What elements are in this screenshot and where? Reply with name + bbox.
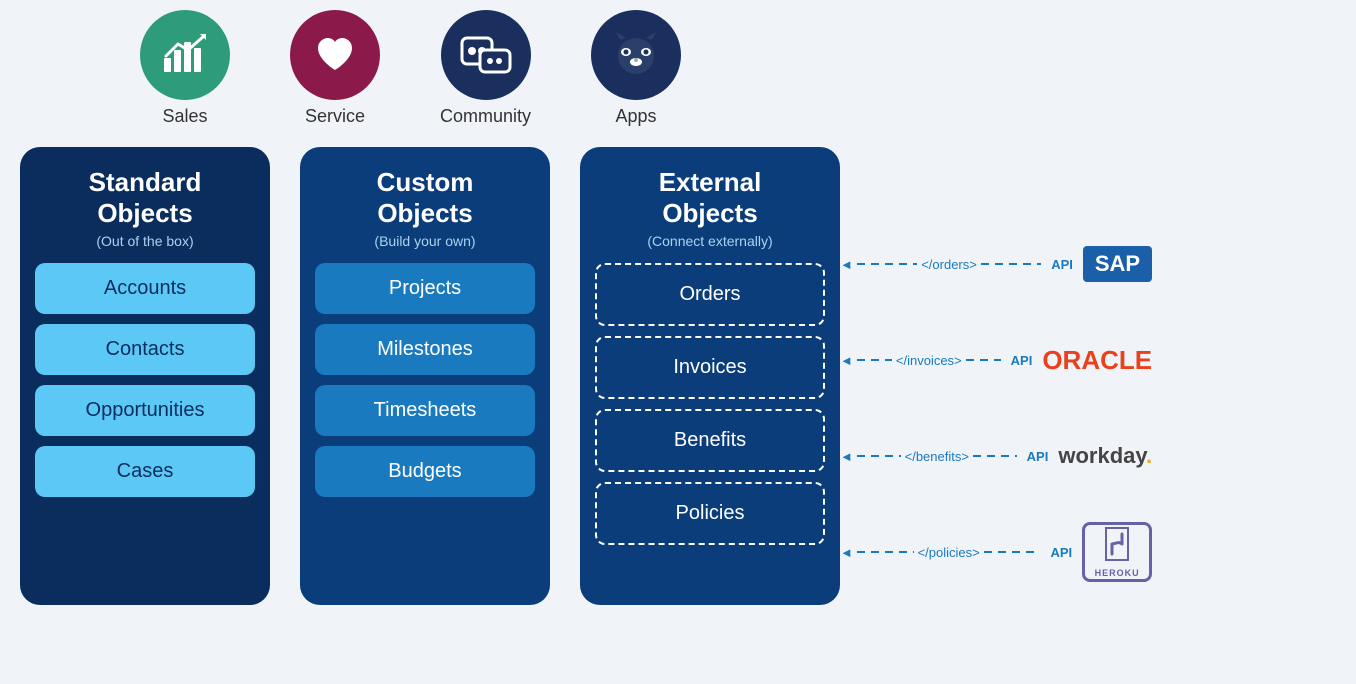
external-item-invoices: Invoices — [601, 342, 819, 393]
custom-subtitle: (Build your own) — [315, 233, 535, 249]
icon-sales: Sales — [140, 10, 230, 127]
custom-item-timesheets: Timesheets — [315, 385, 535, 436]
policies-api: API — [1050, 545, 1072, 560]
policies-tag: </policies> — [918, 545, 980, 560]
connection-orders: ◄ </orders> API SAP — [840, 221, 1152, 307]
standard-subtitle: (Out of the box) — [35, 233, 255, 249]
custom-objects-panel: CustomObjects (Build your own) Projects … — [300, 147, 550, 605]
standard-item-contacts: Contacts — [35, 324, 255, 375]
custom-title: CustomObjects — [315, 167, 535, 229]
invoices-tag: </invoices> — [896, 353, 962, 368]
sales-icon-circle — [140, 10, 230, 100]
benefits-api: API — [1027, 449, 1049, 464]
invoices-arrow-left: ◄ — [840, 353, 853, 368]
service-label: Service — [305, 106, 365, 127]
invoices-dashed-right — [966, 359, 1001, 361]
standard-item-cases: Cases — [35, 446, 255, 497]
orders-dashed-right — [981, 263, 1041, 265]
standard-objects-panel: StandardObjects (Out of the box) Account… — [20, 147, 270, 605]
columns-layout: StandardObjects (Out of the box) Account… — [20, 147, 1336, 605]
connection-benefits: ◄ </benefits> API workday. — [840, 413, 1152, 499]
heroku-label-text: HEROKU — [1095, 568, 1140, 578]
standard-item-accounts: Accounts — [35, 263, 255, 314]
external-wrapper-invoices: Invoices — [595, 336, 825, 399]
connections-section: ◄ </orders> API SAP ◄ </invoices> API OR… — [840, 147, 1152, 605]
external-subtitle: (Connect externally) — [595, 233, 825, 249]
external-title: ExternalObjects — [595, 167, 825, 229]
oracle-logo: ORACLE — [1042, 345, 1152, 376]
community-icon-circle — [441, 10, 531, 100]
policies-dashed-right — [984, 551, 1041, 553]
apps-label: Apps — [616, 106, 657, 127]
connection-policies: ◄ </policies> API HEROKU — [840, 509, 1152, 595]
external-item-benefits: Benefits — [601, 415, 819, 466]
policies-dashed-left — [857, 551, 914, 553]
external-item-orders: Orders — [601, 269, 819, 320]
sap-logo: SAP — [1083, 246, 1152, 282]
icon-apps: Apps — [591, 10, 681, 127]
external-objects-panel: ExternalObjects (Connect externally) Ord… — [580, 147, 840, 605]
benefits-dashed-right — [973, 455, 1017, 457]
custom-item-projects: Projects — [315, 263, 535, 314]
orders-api: API — [1051, 257, 1073, 272]
orders-dashed-left — [857, 263, 917, 265]
service-icon-circle — [290, 10, 380, 100]
icon-community: Community — [440, 10, 531, 127]
heroku-icon — [1102, 526, 1132, 566]
orders-tag: </orders> — [921, 257, 977, 272]
apps-icon-circle — [591, 10, 681, 100]
standard-title: StandardObjects — [35, 167, 255, 229]
standard-item-opportunities: Opportunities — [35, 385, 255, 436]
custom-item-milestones: Milestones — [315, 324, 535, 375]
sales-label: Sales — [162, 106, 207, 127]
workday-logo: workday. — [1058, 443, 1152, 469]
icons-row: Sales Service Community — [140, 10, 1336, 127]
invoices-dashed-left — [857, 359, 892, 361]
connection-invoices: ◄ </invoices> API ORACLE — [840, 317, 1152, 403]
invoices-api: API — [1011, 353, 1033, 368]
main-container: Sales Service Community — [0, 0, 1356, 684]
orders-arrow-left: ◄ — [840, 257, 853, 272]
external-wrapper-benefits: Benefits — [595, 409, 825, 472]
benefits-tag: </benefits> — [905, 449, 969, 464]
policies-arrow-left: ◄ — [840, 545, 853, 560]
benefits-dashed-left — [857, 455, 901, 457]
icon-service: Service — [290, 10, 380, 127]
custom-item-budgets: Budgets — [315, 446, 535, 497]
benefits-arrow-left: ◄ — [840, 449, 853, 464]
heroku-logo: HEROKU — [1082, 522, 1152, 582]
external-wrapper-orders: Orders — [595, 263, 825, 326]
external-item-policies: Policies — [601, 488, 819, 539]
community-label: Community — [440, 106, 531, 127]
external-wrapper-policies: Policies — [595, 482, 825, 545]
